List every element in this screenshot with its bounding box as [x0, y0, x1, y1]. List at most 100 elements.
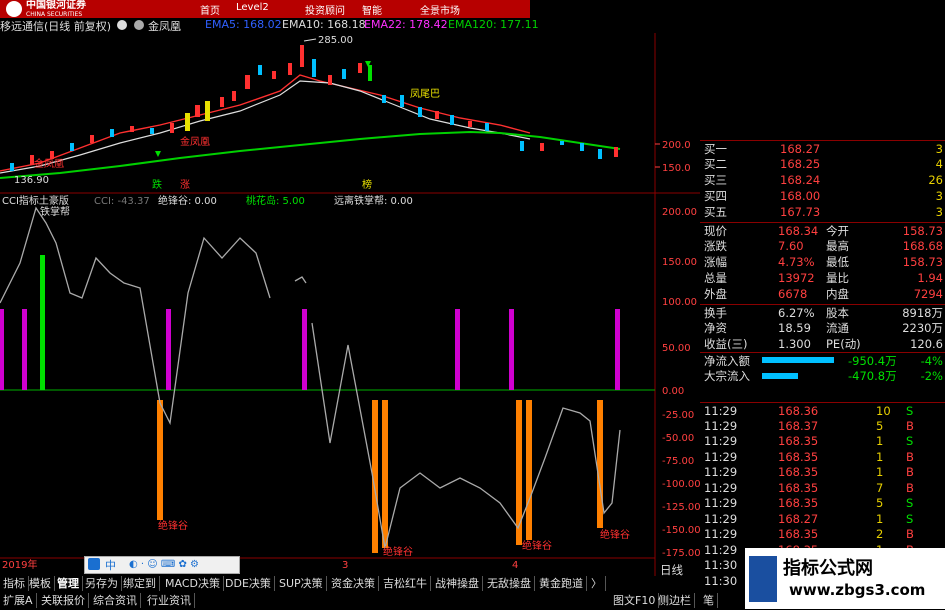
- stat-label-2: 股本: [826, 306, 849, 320]
- tab-8[interactable]: 资金决策: [328, 576, 379, 591]
- subtab-2[interactable]: 综合资讯: [90, 593, 141, 608]
- stat-value: 13972: [778, 271, 815, 285]
- chart-legend: 移远通信(日线 前复权) 金凤凰 EMA5: 168.02 EMA10: 168…: [0, 18, 539, 33]
- cci-line-2: [294, 276, 307, 284]
- bottom-tag-4: 绝锋谷: [600, 528, 630, 541]
- bid-price: 168.24: [780, 173, 821, 187]
- subtab-1[interactable]: 关联报价: [38, 593, 89, 608]
- tick-side: S: [906, 496, 914, 510]
- stat-value-2: 2230万: [902, 321, 943, 335]
- svg-text:-50.00: -50.00: [662, 433, 694, 444]
- date-left: 2019年: [2, 558, 37, 571]
- stat-value-2: 1.94: [917, 271, 943, 285]
- svg-text:-100.00: -100.00: [662, 479, 700, 490]
- bottom-toolbar: 指标 模板 管理 另存为 绑定到 MACD决策 DDE决策 SUP决策 资金决策 吉松红牛 战神操盘…: [0, 576, 718, 609]
- nav-smart[interactable]: 智能: [362, 2, 382, 17]
- tab-7[interactable]: SUP决策: [276, 576, 327, 591]
- svg-text:50.00: 50.00: [662, 343, 691, 354]
- stat-row: 外盘 6678 内盘 7294: [700, 286, 945, 302]
- left-signal-tag: 金凤凰: [34, 157, 64, 170]
- tick-volume: 1: [876, 434, 884, 448]
- bid-label: 买三: [704, 173, 727, 187]
- mark-rise: 涨: [180, 179, 190, 191]
- bid-row: 买五 167.73 3: [700, 204, 945, 220]
- tick-row: 11:29 168.35 7 B: [700, 480, 945, 496]
- tick-side: B: [906, 527, 914, 541]
- candles: [10, 45, 618, 171]
- bottom-tag-2: 绝锋谷: [383, 545, 413, 558]
- right-tab-1[interactable]: 侧边栏: [655, 593, 695, 608]
- bid-row: 买四 168.00 3: [700, 188, 945, 204]
- tab-12[interactable]: 黄金跑道: [536, 576, 587, 591]
- tick-side: S: [906, 434, 914, 448]
- tab-10[interactable]: 战神操盘: [432, 576, 483, 591]
- watermark-logo-icon: [749, 556, 777, 602]
- stat-label: 换手: [704, 306, 727, 320]
- ema120-label: EMA120: 177.11: [448, 18, 539, 31]
- flow-label: 大宗流入: [704, 369, 750, 383]
- stat-value: 1.300: [778, 337, 811, 351]
- settings-icon[interactable]: [134, 20, 144, 30]
- orange-bars: [157, 400, 603, 553]
- tick-time: 11:29: [704, 434, 738, 448]
- stat-label-2: 最低: [826, 255, 849, 269]
- tab-5[interactable]: MACD决策: [162, 576, 224, 591]
- tab-11[interactable]: 无敌操盘: [484, 576, 535, 591]
- nav-home[interactable]: 首页: [200, 2, 220, 17]
- svg-text:200.00: 200.00: [662, 207, 697, 218]
- nav-level2[interactable]: Level2: [236, 2, 269, 13]
- tick-price: 168.27: [778, 511, 819, 526]
- high-price-label: 285.00: [318, 35, 353, 46]
- tab-6[interactable]: DDE决策: [222, 576, 275, 591]
- tick-volume: 5: [876, 496, 884, 510]
- stat-value: 7.60: [778, 239, 804, 253]
- right-tab-2[interactable]: 笔: [700, 593, 718, 608]
- bid-price: 168.25: [780, 157, 821, 171]
- flow-row: 大宗流入 -470.8万 -2%: [700, 368, 945, 384]
- stat-value: 4.73%: [778, 255, 815, 269]
- stat-value: 168.34: [778, 224, 819, 238]
- tab-13[interactable]: 〉: [588, 576, 606, 591]
- tick-side: S: [906, 511, 914, 526]
- svg-text:150.00: 150.00: [662, 257, 697, 268]
- stat-row: 涨幅 4.73% 最低 158.73: [700, 254, 945, 270]
- stat-value: 6678: [778, 287, 808, 301]
- mark-list: 榜: [362, 178, 372, 191]
- tab-1[interactable]: 模板: [26, 576, 55, 591]
- price-axis-200: 200.0: [662, 140, 691, 151]
- mid-signal-tag: 金凤凰: [180, 135, 210, 148]
- tick-time: 11:30: [704, 558, 738, 572]
- flow-bar: [762, 357, 834, 363]
- tab-3[interactable]: 另存为: [82, 576, 122, 591]
- stat-row: 换手 6.27% 股本 8918万: [700, 304, 945, 321]
- close-icon[interactable]: [117, 20, 127, 30]
- brand-logo-icon: [6, 1, 22, 17]
- subtab-3[interactable]: 行业资讯: [144, 593, 195, 608]
- stat-label: 净资: [704, 321, 727, 335]
- bid-label: 买四: [704, 189, 727, 203]
- tab-0[interactable]: 指标: [0, 576, 29, 591]
- tick-volume: 1: [876, 449, 884, 464]
- ime-tools-icon[interactable]: ◐ · ☺ ⌨ ✿ ⚙: [129, 559, 199, 570]
- stat-row: 净资 18.59 流通 2230万: [700, 320, 945, 336]
- stat-value-2: 120.6: [910, 337, 943, 351]
- stat-label: 涨幅: [704, 255, 727, 269]
- nav-market[interactable]: 全景市场: [420, 2, 460, 17]
- bid-price: 167.73: [780, 205, 821, 219]
- flow-pct: -4%: [920, 354, 943, 368]
- cci-line-3: [311, 322, 621, 549]
- right-tab-0[interactable]: 图文F10: [610, 593, 660, 608]
- nav-advisor[interactable]: 投资顾问: [305, 2, 345, 17]
- tab-2[interactable]: 管理: [54, 576, 83, 591]
- tick-row: 11:29 168.35 1 S: [700, 433, 945, 449]
- tab-9[interactable]: 吉松红牛: [380, 576, 431, 591]
- subtab-0[interactable]: 扩展A: [0, 593, 37, 608]
- ime-mode[interactable]: 中: [105, 557, 116, 573]
- chart-area: 200.0 150.0 285.00 136.90 金凤凰 金凤凰 凤尾巴 跌 …: [0, 33, 700, 576]
- date-mid: 3: [342, 560, 348, 571]
- tab-4[interactable]: 绑定到: [120, 576, 160, 591]
- stat-label-2: 最高: [826, 239, 849, 253]
- tick-time: 11:30: [704, 573, 738, 588]
- ime-toolbar[interactable]: 中 ◐ · ☺ ⌨ ✿ ⚙: [84, 556, 240, 574]
- stat-label: 总量: [704, 271, 727, 285]
